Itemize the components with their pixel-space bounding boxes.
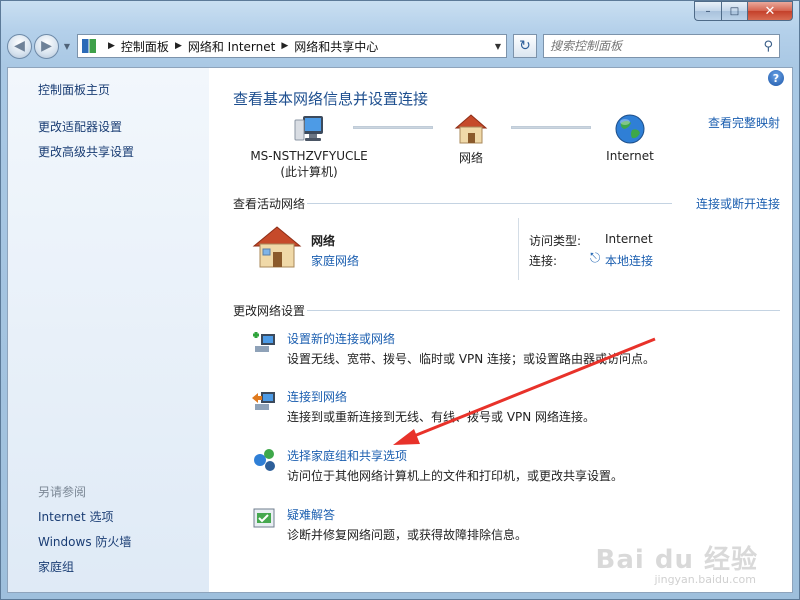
- breadcrumb-network-internet[interactable]: 网络和 Internet: [188, 38, 275, 55]
- local-connection-link[interactable]: 本地连接: [605, 252, 653, 269]
- homegroup-sharing-description: 访问位于其他网络计算机上的文件和打印机，或更改共享设置。: [287, 469, 624, 483]
- home-network-icon: [252, 226, 302, 268]
- connect-disconnect-link[interactable]: 连接或断开连接: [696, 195, 780, 212]
- connect-network-icon: [252, 392, 275, 410]
- back-arrow-icon: ◀: [14, 38, 25, 54]
- network-node-label: 网络: [458, 151, 483, 165]
- navigation-bar: ◀ ▶ ▼ ▶ 控制面板 ▶ 网络和 Internet ▶ 网络和共享中心 ▼ …: [7, 31, 793, 61]
- active-network-name: 网络: [311, 234, 336, 248]
- search-box[interactable]: ⚲: [543, 34, 780, 58]
- connect-network-link[interactable]: 连接到网络: [287, 388, 347, 405]
- breadcrumb-network-sharing-center[interactable]: 网络和共享中心: [294, 38, 378, 55]
- map-node-network[interactable]: 网络: [441, 112, 501, 166]
- troubleshoot-link[interactable]: 疑难解答: [287, 506, 335, 523]
- see-also-heading: 另请参阅: [38, 485, 87, 499]
- sidebar-item-internet-options[interactable]: Internet 选项: [38, 508, 113, 525]
- sidebar-item-control-panel-home[interactable]: 控制面板主页: [38, 81, 110, 98]
- sidebar-item-change-adapter-settings[interactable]: 更改适配器设置: [38, 118, 122, 135]
- sidebar-item-change-advanced-sharing[interactable]: 更改高级共享设置: [38, 143, 134, 160]
- left-pane: 控制面板主页 更改适配器设置 更改高级共享设置 另请参阅 Internet 选项…: [8, 68, 209, 592]
- main-pane: ? 查看基本网络信息并设置连接 查看完整映射 MS-NSTHZVFYUCLE (…: [209, 68, 792, 592]
- new-connection-icon: [253, 332, 275, 352]
- sidebar-item-homegroup[interactable]: 家庭组: [38, 558, 74, 575]
- refresh-icon: ↻: [519, 38, 531, 54]
- breadcrumb-separator-icon[interactable]: ▶: [281, 41, 288, 51]
- map-link-line: [353, 126, 433, 129]
- breadcrumb-control-panel[interactable]: 控制面板: [121, 38, 169, 55]
- connect-network-description: 连接到或重新连接到无线、有线、拨号或 VPN 网络连接。: [287, 410, 596, 424]
- watermark-url: jingyan.baidu.com: [654, 573, 756, 586]
- access-type-value: Internet: [605, 232, 653, 246]
- computer-icon: [294, 116, 323, 141]
- homegroup-sharing-link[interactable]: 选择家庭组和共享选项: [287, 447, 407, 464]
- help-button[interactable]: ?: [768, 70, 784, 86]
- vertical-divider: [518, 218, 519, 280]
- forward-arrow-icon: ▶: [41, 38, 52, 54]
- section-divider: [307, 203, 672, 204]
- recent-pages-dropdown[interactable]: ▼: [61, 42, 73, 51]
- connections-label: 连接:: [529, 254, 558, 268]
- troubleshoot-icon: [253, 508, 275, 528]
- troubleshoot-description: 诊断并修复网络问题，或获得故障排除信息。: [287, 528, 528, 542]
- forward-button[interactable]: ▶: [34, 33, 59, 59]
- content-area: 控制面板主页 更改适配器设置 更改高级共享设置 另请参阅 Internet 选项…: [7, 67, 793, 593]
- change-settings-heading: 更改网络设置: [233, 304, 306, 318]
- new-connection-link[interactable]: 设置新的连接或网络: [287, 330, 395, 347]
- breadcrumb-separator-icon[interactable]: ▶: [175, 41, 182, 51]
- view-full-map-link[interactable]: 查看完整映射: [708, 114, 780, 131]
- watermark-logo: Bai du 经验: [595, 545, 758, 575]
- access-type-label: 访问类型:: [529, 234, 582, 248]
- control-panel-icon: [82, 39, 96, 53]
- map-node-internet[interactable]: Internet: [593, 112, 667, 163]
- minimize-button[interactable]: –: [694, 1, 721, 21]
- address-bar[interactable]: ▶ 控制面板 ▶ 网络和 Internet ▶ 网络和共享中心 ▼: [77, 34, 507, 58]
- address-dropdown-icon[interactable]: ▼: [490, 42, 506, 51]
- home-network-link[interactable]: 家庭网络: [311, 252, 359, 269]
- house-icon: [454, 114, 488, 144]
- active-networks-heading: 查看活动网络: [233, 197, 306, 211]
- breadcrumb-separator-icon[interactable]: ▶: [108, 41, 115, 51]
- maximize-button[interactable]: □: [721, 1, 747, 21]
- computer-name: MS-NSTHZVFYUCLE: [250, 149, 368, 163]
- globe-icon: [615, 114, 645, 144]
- new-connection-description: 设置无线、宽带、拨号、临时或 VPN 连接；或设置路由器或访问点。: [287, 352, 656, 366]
- homegroup-icon: [254, 449, 275, 471]
- close-button[interactable]: ✕: [747, 1, 793, 21]
- back-button[interactable]: ◀: [7, 33, 32, 59]
- window-frame: – □ ✕ ◀ ▶ ▼ ▶ 控制面板 ▶ 网络和 Internet ▶ 网络和共…: [0, 0, 800, 600]
- refresh-button[interactable]: ↻: [513, 34, 537, 58]
- ethernet-icon: ⎋: [590, 251, 601, 266]
- computer-subtitle: (此计算机): [280, 165, 338, 179]
- map-node-computer[interactable]: MS-NSTHZVFYUCLE (此计算机): [249, 112, 369, 180]
- search-icon[interactable]: ⚲: [763, 39, 773, 54]
- search-input[interactable]: [550, 39, 750, 53]
- internet-node-label: Internet: [606, 149, 654, 163]
- section-divider: [307, 310, 780, 311]
- sidebar-item-windows-firewall[interactable]: Windows 防火墙: [38, 533, 131, 550]
- help-icon: ?: [772, 71, 780, 85]
- map-link-line: [511, 126, 591, 129]
- page-title: 查看基本网络信息并设置连接: [233, 90, 429, 108]
- caption-buttons: – □ ✕: [694, 1, 793, 21]
